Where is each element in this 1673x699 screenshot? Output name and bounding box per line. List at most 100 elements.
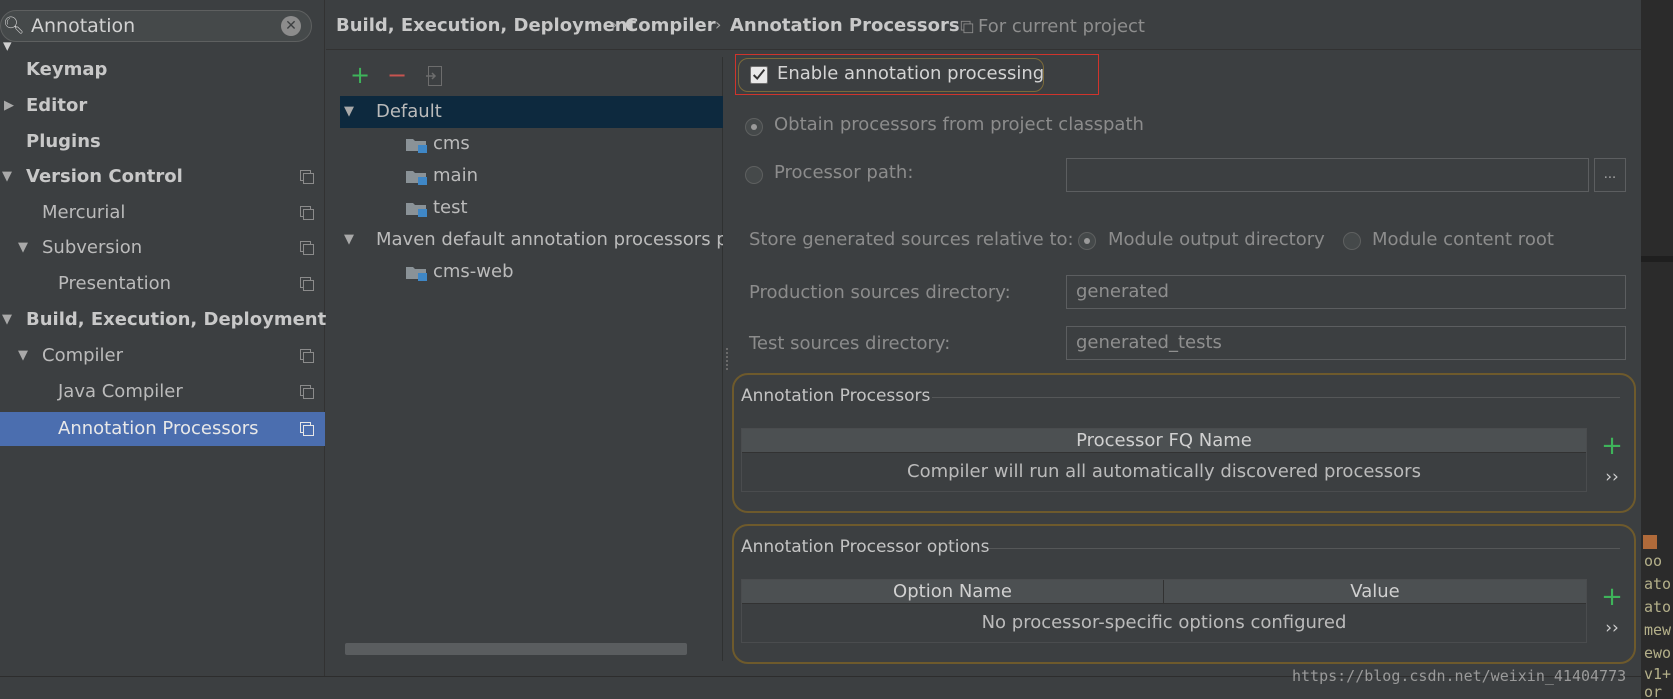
- collapse-arrow-icon[interactable]: ▼: [18, 231, 28, 265]
- sidebar-item-label: Java Compiler: [58, 381, 183, 402]
- group-divider: [989, 548, 1620, 549]
- add-profile-button[interactable]: +: [350, 63, 370, 87]
- scope-label: For current project: [978, 16, 1145, 37]
- sidebar-item-label: Presentation: [58, 273, 172, 294]
- test-sources-label: Test sources directory:: [749, 333, 951, 354]
- enable-annotation-label[interactable]: Enable annotation processing: [777, 63, 1044, 84]
- obtain-from-classpath-label[interactable]: Obtain processors from project classpath: [774, 114, 1144, 135]
- module-content-root-label[interactable]: Module content root: [1372, 229, 1554, 250]
- settings-tree-panel: 🔍︎▾ Annotation ✕ Keymap ▶ Editor Plugins…: [0, 0, 327, 676]
- tree-item-label: Default: [376, 101, 442, 122]
- options-table[interactable]: Option Name Value No processor-specific …: [741, 579, 1587, 643]
- sidebar-item-plugins[interactable]: Plugins: [0, 125, 325, 159]
- move-to-profile-icon[interactable]: [425, 65, 445, 87]
- annotation-processors-group: Annotation Processors Processor FQ Name …: [732, 373, 1636, 513]
- store-generated-label: Store generated sources relative to:: [749, 229, 1074, 250]
- project-scope-icon: [300, 277, 314, 291]
- option-value-header[interactable]: Value: [1164, 580, 1586, 604]
- collapse-arrow-icon[interactable]: ▼: [2, 160, 12, 194]
- settings-search-box[interactable]: 🔍︎▾ Annotation ✕: [0, 10, 312, 56]
- clear-icon[interactable]: ✕: [281, 16, 301, 36]
- test-sources-field[interactable]: generated_tests: [1066, 326, 1626, 360]
- add-processor-button[interactable]: +: [1600, 433, 1624, 459]
- tree-item-label: Maven default annotation processors pro: [376, 229, 723, 250]
- code-line: ewo: [1644, 644, 1672, 662]
- project-scope-icon: [300, 422, 314, 436]
- processor-path-field[interactable]: [1066, 158, 1589, 192]
- more-actions-button[interactable]: ››: [1600, 618, 1624, 638]
- breadcrumb-separator: ›: [715, 15, 722, 34]
- sidebar-item-subversion[interactable]: ▼ Subversion: [0, 231, 325, 265]
- sidebar-item-annotation-processors[interactable]: Annotation Processors: [0, 412, 325, 446]
- processor-fq-name-header[interactable]: Processor FQ Name: [742, 429, 1586, 453]
- collapse-arrow-icon[interactable]: ▼: [18, 339, 28, 373]
- more-actions-button[interactable]: ››: [1600, 467, 1624, 487]
- sidebar-item-label: Annotation Processors: [58, 418, 259, 439]
- enable-annotation-checkbox[interactable]: [750, 66, 768, 84]
- breadcrumb-item[interactable]: Compiler: [625, 15, 716, 36]
- sidebar-item-presentation[interactable]: Presentation: [0, 267, 325, 301]
- horizontal-scrollbar[interactable]: [345, 643, 687, 655]
- group-divider: [932, 397, 1620, 398]
- code-line: or: [1644, 683, 1663, 699]
- add-option-button[interactable]: +: [1600, 584, 1624, 610]
- tree-item-label: cms-web: [433, 261, 514, 282]
- tree-item-label: main: [433, 165, 478, 186]
- profile-tree-item[interactable]: main: [340, 160, 723, 192]
- sidebar-item-keymap[interactable]: Keymap: [0, 53, 325, 87]
- browse-button[interactable]: ...: [1594, 158, 1626, 192]
- option-name-header[interactable]: Option Name: [742, 580, 1164, 604]
- project-scope-icon: [960, 20, 974, 34]
- processor-path-radio[interactable]: [745, 166, 763, 184]
- profile-tree-item[interactable]: ▼ Maven default annotation processors pr…: [340, 224, 723, 256]
- sidebar-item-compiler[interactable]: ▼ Compiler: [0, 339, 325, 373]
- processor-options-group: Annotation Processor options Option Name…: [732, 524, 1636, 664]
- processors-table[interactable]: Processor FQ Name Compiler will run all …: [741, 428, 1587, 492]
- module-folder-icon: [406, 139, 427, 153]
- module-folder-icon: [406, 267, 427, 281]
- obtain-from-classpath-radio[interactable]: [745, 118, 763, 136]
- annotation-settings-panel: Enable annotation processing Obtain proc…: [724, 50, 1641, 670]
- background-editor-edge: oo ato ato mew ewo v1+ or: [1641, 0, 1673, 699]
- checkmark-icon: [752, 69, 766, 81]
- code-line: mew: [1644, 621, 1672, 639]
- profile-tree-item[interactable]: cms: [340, 128, 723, 160]
- module-folder-icon: [406, 171, 427, 185]
- profile-tree-item[interactable]: cms-web: [340, 256, 723, 288]
- sidebar-item-editor[interactable]: ▶ Editor: [0, 89, 325, 123]
- code-line: oo: [1644, 552, 1663, 570]
- collapse-arrow-icon[interactable]: ▼: [344, 224, 354, 256]
- project-scope-icon: [300, 241, 314, 255]
- sidebar-item-label: Subversion: [42, 237, 143, 258]
- options-empty-text: No processor-specific options configured: [981, 612, 1347, 633]
- sidebar-item-java-compiler[interactable]: Java Compiler: [0, 375, 325, 409]
- processors-empty-text: Compiler will run all automatically disc…: [907, 461, 1421, 482]
- expand-arrow-icon[interactable]: ▶: [4, 89, 14, 123]
- sidebar-item-label: Build, Execution, Deployment: [26, 309, 327, 330]
- sidebar-item-label: Compiler: [42, 345, 124, 366]
- code-line: ato: [1644, 598, 1672, 616]
- processor-path-label[interactable]: Processor path:: [774, 162, 913, 183]
- search-input[interactable]: Annotation: [31, 15, 135, 37]
- breadcrumb-item[interactable]: Build, Execution, Deployment: [336, 15, 636, 36]
- module-output-label[interactable]: Module output directory: [1108, 229, 1325, 250]
- sidebar-item-mercurial[interactable]: Mercurial: [0, 196, 325, 230]
- production-sources-field[interactable]: generated: [1066, 275, 1626, 309]
- edge-divider: [1641, 256, 1673, 262]
- project-scope-icon: [300, 206, 314, 220]
- collapse-arrow-icon[interactable]: ▼: [344, 96, 354, 128]
- remove-profile-button[interactable]: −: [387, 63, 407, 87]
- sidebar-item-label: Version Control: [26, 166, 183, 187]
- profile-tree-item[interactable]: test: [340, 192, 723, 224]
- tree-item-label: test: [433, 197, 468, 218]
- collapse-arrow-icon[interactable]: ▼: [2, 303, 12, 337]
- module-content-root-radio[interactable]: [1343, 232, 1361, 250]
- search-icon[interactable]: 🔍︎▾: [3, 16, 27, 56]
- profile-tree-item[interactable]: ▼ Default: [340, 96, 723, 128]
- breadcrumb-separator: ›: [611, 15, 618, 34]
- code-line: ato: [1644, 575, 1672, 593]
- watermark: https://blog.csdn.net/weixin_41404773: [1292, 667, 1627, 685]
- module-output-radio[interactable]: [1078, 232, 1096, 250]
- sidebar-item-build-execution-deployment[interactable]: ▼ Build, Execution, Deployment: [0, 303, 327, 337]
- sidebar-item-version-control[interactable]: ▼ Version Control: [0, 160, 325, 194]
